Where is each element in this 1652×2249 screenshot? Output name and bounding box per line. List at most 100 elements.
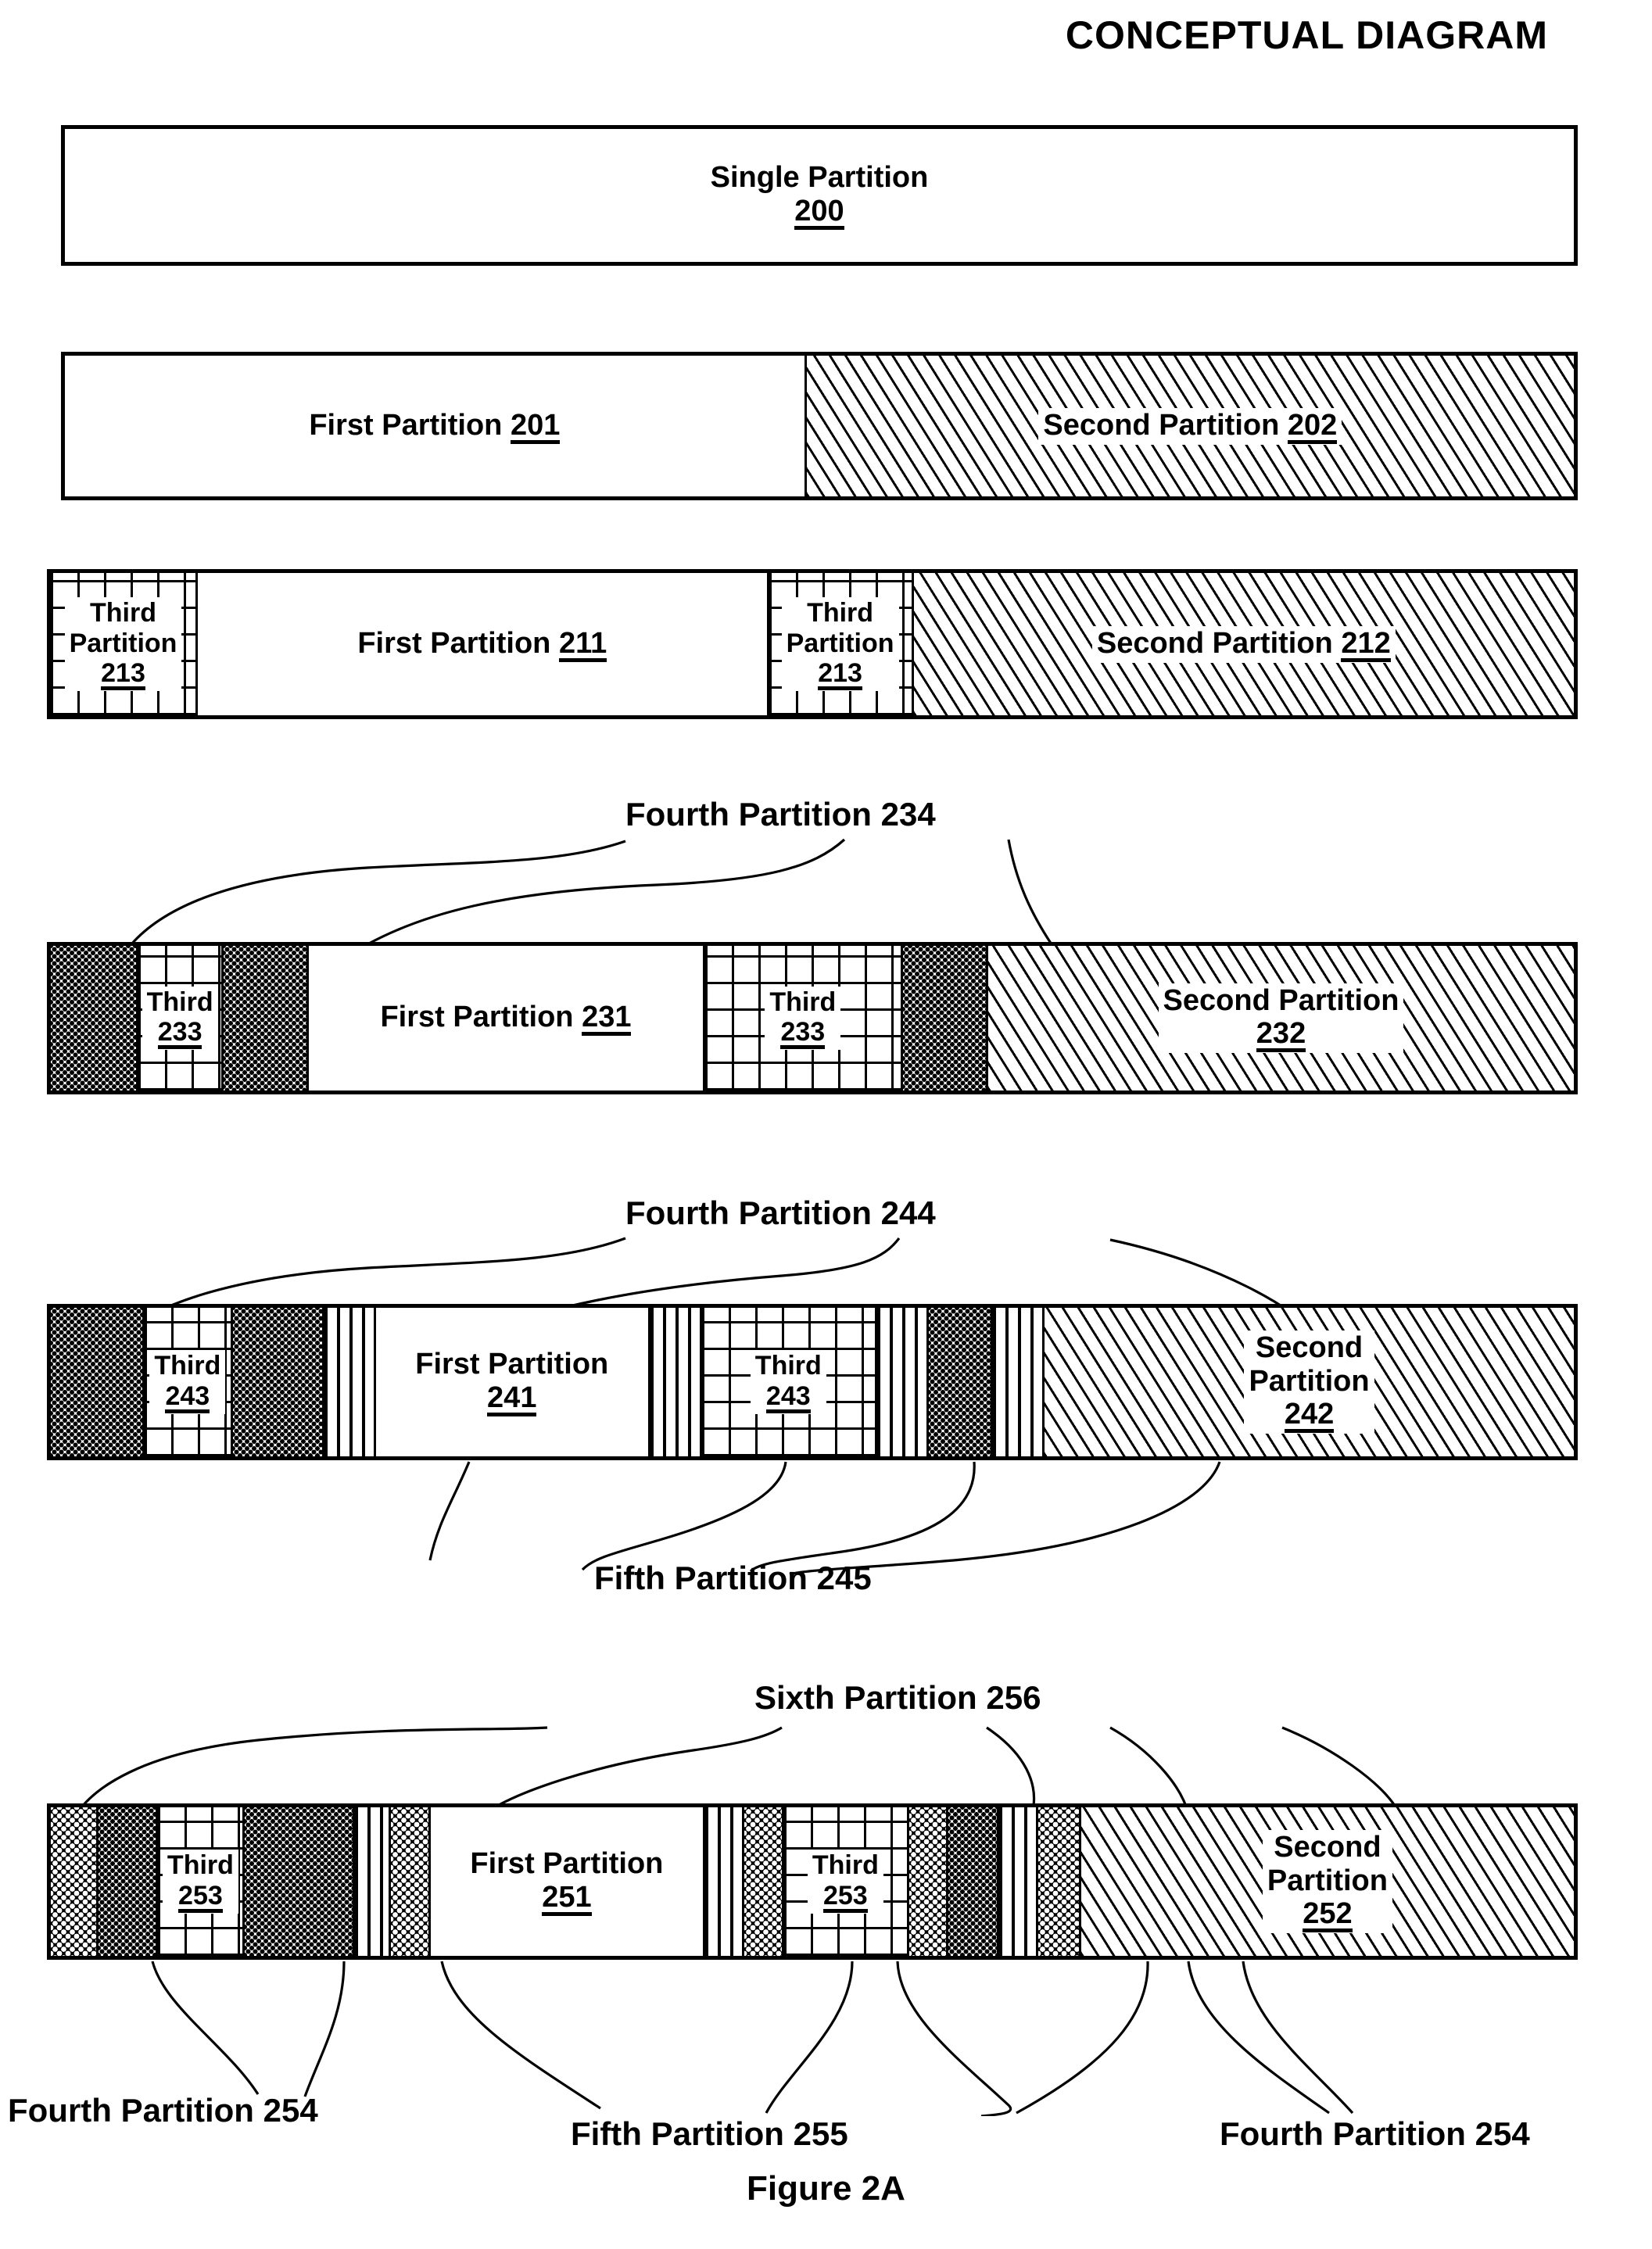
segment-label: Third 253	[162, 1850, 238, 1914]
first-partition-text: First Partition	[470, 1847, 664, 1881]
second-partition-text: Second Partition	[1043, 408, 1280, 442]
callout-fourth-partition-254-right: Fourth Partition 254	[1220, 2115, 1530, 2152]
second-partition-number: 232	[1256, 1019, 1306, 1053]
figure-caption: Figure 2A	[747, 2169, 905, 2208]
segment-first-partition-231: First Partition 231	[306, 946, 703, 1090]
callout-fourth-partition-244: Fourth Partition 244	[625, 1194, 936, 1231]
segment-second-partition-212: Second Partition 212	[911, 573, 1574, 715]
single-partition-text: Single Partition	[710, 161, 929, 195]
bar-three-partitions: Third Partition 213 First Partition 211 …	[47, 569, 1578, 719]
partition-text: Partition	[1267, 1864, 1388, 1897]
third-partition-number: 213	[818, 660, 862, 690]
bar-six-partitions: Third 253 First Partition 251 Third 253 …	[47, 1803, 1578, 1960]
first-partition-number: 201	[510, 410, 561, 444]
callout-fifth-partition-255: Fifth Partition 255	[571, 2115, 848, 2152]
bar-four-partitions: Third 233 First Partition 231 Third 233 …	[47, 942, 1578, 1094]
segment-label: Third 243	[149, 1350, 226, 1414]
segment-third-partition-243-a: Third 243	[142, 1308, 231, 1456]
segment-label: Second Partition 212	[1091, 625, 1396, 663]
leader-line	[151, 1961, 260, 2095]
segment-fifth-partition-245-c	[874, 1308, 927, 1456]
segment-sixth-partition-256-c	[742, 1807, 782, 1956]
third-partition-number: 243	[765, 1383, 811, 1413]
second-partition-text: Second Partition	[1096, 626, 1333, 660]
segment-third-partition-233-b: Third 233	[702, 946, 901, 1090]
leader-line	[896, 1961, 1012, 2116]
segment-fifth-partition-245-d	[990, 1308, 1043, 1456]
third-partition-number: 253	[822, 1882, 868, 1913]
segment-sixth-partition-256-d	[906, 1807, 947, 1956]
bar-two-partitions: First Partition 201 Second Partition 202	[61, 352, 1578, 500]
second-text: Second	[1274, 1830, 1381, 1864]
segment-third-partition-233-a: Third 233	[136, 946, 222, 1090]
leader-line	[1281, 1726, 1401, 1814]
segment-second-partition-242: Second Partition 242	[1042, 1308, 1574, 1456]
segment-second-partition-252: Second Partition 252	[1078, 1807, 1574, 1956]
segment-fifth-partition-255-c	[996, 1807, 1037, 1956]
segment-sixth-partition-256-e	[1036, 1807, 1079, 1956]
second-text: Second	[1255, 1330, 1364, 1364]
third-partition-number: 243	[165, 1383, 210, 1413]
segment-fourth-partition-254-c	[946, 1807, 997, 1956]
first-partition-number: 251	[542, 1882, 592, 1916]
first-partition-number: 231	[582, 1002, 632, 1036]
page-title: CONCEPTUAL DIAGRAM	[1065, 13, 1548, 57]
segment-label: Third 233	[765, 986, 841, 1051]
leader-line	[1007, 839, 1053, 945]
leader-line	[986, 1726, 1036, 1814]
segment-third-partition-213-b: Third Partition 213	[766, 573, 912, 715]
callout-sixth-partition-256: Sixth Partition 256	[754, 1679, 1041, 1716]
callout-fifth-partition-245: Fifth Partition 245	[594, 1560, 872, 1596]
leader-line	[1242, 1961, 1354, 2115]
segment-third-partition-213-a: Third Partition 213	[51, 573, 196, 715]
third-text: Third	[807, 598, 874, 629]
third-partition-number: 233	[157, 1019, 202, 1050]
partition-text: Partition	[69, 628, 177, 658]
segment-label: Third 253	[807, 1850, 883, 1914]
third-text: Third	[167, 1850, 234, 1881]
leader-line	[484, 1726, 783, 1815]
segment-fourth-partition-234-a	[51, 946, 137, 1090]
bar-five-partitions: Third 243 First Partition 241 Third 243 …	[47, 1304, 1578, 1460]
segment-fourth-partition-254-b	[242, 1807, 353, 1956]
segment-fourth-partition-254-a	[96, 1807, 156, 1956]
segment-fifth-partition-255-b	[702, 1807, 743, 1956]
first-partition-text: First Partition	[309, 408, 503, 442]
segment-third-partition-253-b: Third 253	[781, 1807, 907, 1956]
segment-label: Single Partition 200	[705, 160, 934, 231]
segment-label: Third 243	[750, 1350, 826, 1414]
leader-line	[440, 1961, 601, 2110]
segment-label: Third 233	[142, 986, 218, 1051]
segment-label: Third Partition 213	[781, 597, 899, 691]
segment-fifth-partition-245-b	[647, 1308, 700, 1456]
leader-lines-bar-4	[130, 838, 1053, 946]
second-partition-text: Second Partition	[1163, 983, 1399, 1017]
segment-sixth-partition-256-a	[51, 1807, 97, 1956]
leader-line	[367, 838, 846, 946]
first-partition-text: First Partition	[357, 626, 551, 660]
third-partition-number: 253	[178, 1882, 223, 1913]
third-text: Third	[154, 1351, 221, 1381]
segment-third-partition-243-b: Third 243	[699, 1308, 875, 1456]
segment-label: Second Partition 202	[1038, 407, 1342, 445]
segment-sixth-partition-256-b	[389, 1807, 429, 1956]
leader-line	[75, 1726, 548, 1814]
segment-fifth-partition-255-a	[352, 1807, 389, 1956]
leader-line	[1187, 1961, 1330, 2115]
segment-fourth-partition-244-a	[51, 1308, 142, 1456]
segment-label: First Partition 241	[410, 1347, 614, 1417]
bar-single-partition: Single Partition 200	[61, 125, 1578, 266]
segment-label: First Partition 231	[375, 1000, 636, 1037]
segment-first-partition-201: First Partition 201	[65, 356, 804, 496]
partition-text: Partition	[1249, 1364, 1370, 1398]
segment-fourth-partition-244-b	[230, 1308, 322, 1456]
segment-second-partition-232: Second Partition 232	[986, 946, 1574, 1090]
leader-line	[765, 1961, 854, 2114]
third-text: Third	[769, 987, 837, 1017]
segment-single-partition: Single Partition 200	[65, 129, 1574, 262]
segment-label: First Partition 251	[465, 1846, 668, 1917]
leader-line	[749, 1461, 976, 1573]
third-text: Third	[812, 1850, 879, 1881]
second-partition-number: 242	[1284, 1399, 1335, 1434]
second-partition-number: 212	[1341, 629, 1391, 662]
